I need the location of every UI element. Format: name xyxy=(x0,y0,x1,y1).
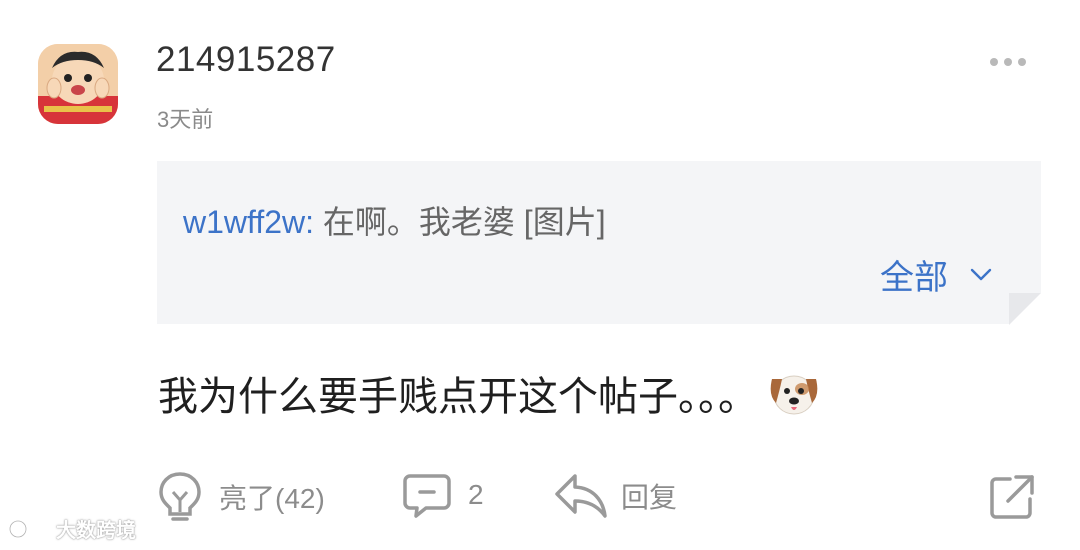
dot xyxy=(1018,58,1026,66)
avatar[interactable] xyxy=(38,44,118,124)
like-button[interactable]: 亮了(42) xyxy=(157,470,325,524)
comment-count-button[interactable]: 2 xyxy=(402,470,484,520)
watermark-text: 大数跨境 xyxy=(56,520,136,542)
quoted-content: 在啊。我老婆 [图片] xyxy=(314,204,606,240)
reply-count: 2 xyxy=(468,479,484,510)
comment-text-row: 我为什么要手贱点开这个帖子。。。 xyxy=(158,364,822,422)
watermark-logo-icon xyxy=(8,519,52,538)
avatar-image xyxy=(38,44,118,124)
share-button[interactable] xyxy=(988,473,1036,521)
reply-arrow-icon xyxy=(555,474,607,518)
comment-text: 我为什么要手贱点开这个帖子。。。 xyxy=(158,375,758,419)
share-icon xyxy=(990,475,1034,519)
timestamp: 3天前 xyxy=(157,107,214,132)
dog-face-icon xyxy=(770,375,818,415)
chevron-down-icon xyxy=(970,268,992,280)
quote-corner-fold xyxy=(1009,293,1041,325)
quoted-username[interactable]: w1wff2w: xyxy=(183,204,314,240)
expand-all-label: 全部 xyxy=(880,259,948,297)
comment-bubble-icon xyxy=(403,474,451,518)
dot xyxy=(1004,58,1012,66)
watermark: 大数跨境 xyxy=(8,514,136,543)
dot xyxy=(990,58,998,66)
username[interactable]: 214915287 xyxy=(156,40,336,80)
reply-label: 回复 xyxy=(621,482,678,513)
quoted-reply-text: w1wff2w: 在啊。我老婆 [图片] xyxy=(183,197,606,243)
like-count-label: 亮了(42) xyxy=(219,483,325,514)
lightbulb-icon xyxy=(159,472,201,521)
more-dots-icon[interactable] xyxy=(990,58,1026,66)
reply-button[interactable]: 回复 xyxy=(553,470,677,522)
expand-all-button[interactable]: 全部 xyxy=(880,250,992,299)
